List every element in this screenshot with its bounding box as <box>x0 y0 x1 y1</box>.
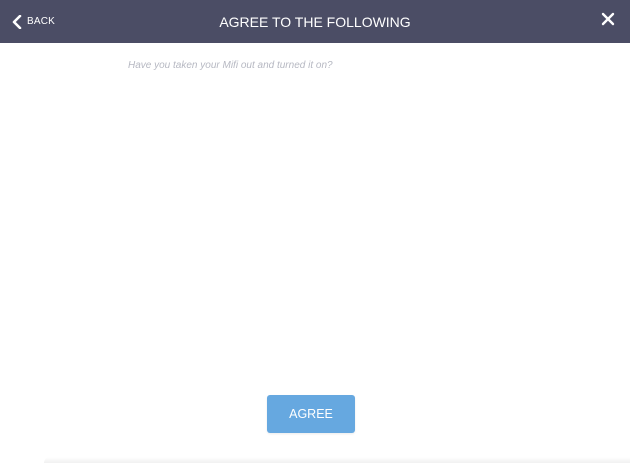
top-bar: BACK AGREE TO THE FOLLOWING <box>0 0 630 43</box>
back-label: BACK <box>27 16 56 27</box>
bottom-shadow <box>44 457 630 463</box>
chevron-left-icon <box>12 14 22 29</box>
question-text: Have you taken your Mifi out and turned … <box>128 60 333 71</box>
back-button[interactable]: BACK <box>12 0 55 43</box>
agree-label: AGREE <box>289 407 333 421</box>
page-title: AGREE TO THE FOLLOWING <box>219 13 411 30</box>
close-button[interactable] <box>596 0 620 43</box>
agree-button[interactable]: AGREE <box>267 395 355 433</box>
close-icon <box>601 12 615 31</box>
